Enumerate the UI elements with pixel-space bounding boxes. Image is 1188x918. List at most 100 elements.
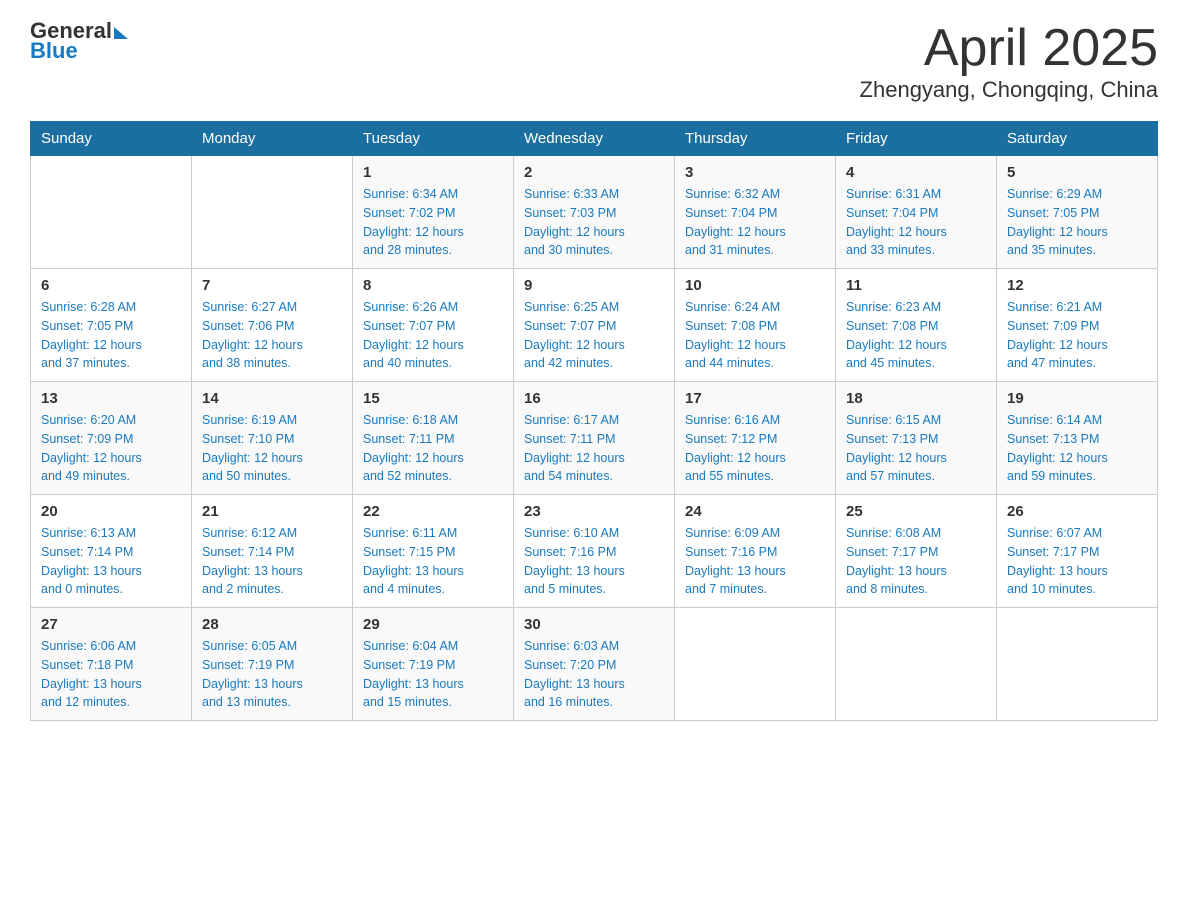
calendar-cell: 27 Sunrise: 6:06 AMSunset: 7:18 PMDayligh… xyxy=(31,608,192,721)
logo-blue-text: Blue xyxy=(30,40,128,62)
weekday-header-sunday: Sunday xyxy=(31,122,192,156)
day-info: Sunrise: 6:21 AMSunset: 7:09 PMDaylight:… xyxy=(1007,298,1147,373)
calendar-week-row: 27 Sunrise: 6:06 AMSunset: 7:18 PMDayligh… xyxy=(31,608,1158,721)
calendar-cell xyxy=(31,156,192,269)
weekday-row: SundayMondayTuesdayWednesdayThursdayFrid… xyxy=(31,122,1158,156)
day-info: Sunrise: 6:08 AMSunset: 7:17 PMDaylight:… xyxy=(846,524,986,599)
day-info: Sunrise: 6:31 AMSunset: 7:04 PMDaylight:… xyxy=(846,185,986,260)
calendar-table: SundayMondayTuesdayWednesdayThursdayFrid… xyxy=(30,121,1158,721)
calendar-cell: 14 Sunrise: 6:19 AMSunset: 7:10 PMDayligh… xyxy=(192,382,353,495)
logo-triangle-icon xyxy=(114,27,128,39)
day-info: Sunrise: 6:15 AMSunset: 7:13 PMDaylight:… xyxy=(846,411,986,486)
weekday-header-thursday: Thursday xyxy=(675,122,836,156)
calendar-cell: 1 Sunrise: 6:34 AMSunset: 7:02 PMDaylight… xyxy=(353,156,514,269)
day-info: Sunrise: 6:06 AMSunset: 7:18 PMDaylight:… xyxy=(41,637,181,712)
calendar-cell: 12 Sunrise: 6:21 AMSunset: 7:09 PMDayligh… xyxy=(997,269,1158,382)
day-number: 6 xyxy=(41,277,181,294)
calendar-cell: 26 Sunrise: 6:07 AMSunset: 7:17 PMDayligh… xyxy=(997,495,1158,608)
calendar-cell: 2Sunrise: 6:33 AMSunset: 7:03 PMDaylight… xyxy=(514,156,675,269)
day-number: 9 xyxy=(524,277,664,294)
day-number: 22 xyxy=(363,503,503,520)
day-info: Sunrise: 6:24 AMSunset: 7:08 PMDaylight:… xyxy=(685,298,825,373)
day-info: Sunrise: 6:11 AMSunset: 7:15 PMDaylight:… xyxy=(363,524,503,599)
calendar-cell: 3Sunrise: 6:32 AMSunset: 7:04 PMDaylight… xyxy=(675,156,836,269)
calendar-cell: 15 Sunrise: 6:18 AMSunset: 7:11 PMDayligh… xyxy=(353,382,514,495)
day-info: Sunrise: 6:12 AMSunset: 7:14 PMDaylight:… xyxy=(202,524,342,599)
day-number: 7 xyxy=(202,277,342,294)
day-info: Sunrise: 6:32 AMSunset: 7:04 PMDaylight:… xyxy=(685,185,825,260)
calendar-cell: 28Sunrise: 6:05 AMSunset: 7:19 PMDayligh… xyxy=(192,608,353,721)
day-number: 5 xyxy=(1007,164,1147,181)
day-info: Sunrise: 6:16 AMSunset: 7:12 PMDaylight:… xyxy=(685,411,825,486)
calendar-cell: 22 Sunrise: 6:11 AMSunset: 7:15 PMDayligh… xyxy=(353,495,514,608)
calendar-cell: 5 Sunrise: 6:29 AMSunset: 7:05 PMDaylight… xyxy=(997,156,1158,269)
calendar-cell: 30 Sunrise: 6:03 AMSunset: 7:20 PMDayligh… xyxy=(514,608,675,721)
day-number: 14 xyxy=(202,390,342,407)
day-info: Sunrise: 6:26 AMSunset: 7:07 PMDaylight:… xyxy=(363,298,503,373)
day-info: Sunrise: 6:09 AMSunset: 7:16 PMDaylight:… xyxy=(685,524,825,599)
day-number: 25 xyxy=(846,503,986,520)
day-info: Sunrise: 6:18 AMSunset: 7:11 PMDaylight:… xyxy=(363,411,503,486)
calendar-cell: 16Sunrise: 6:17 AMSunset: 7:11 PMDayligh… xyxy=(514,382,675,495)
weekday-header-tuesday: Tuesday xyxy=(353,122,514,156)
day-info: Sunrise: 6:34 AMSunset: 7:02 PMDaylight:… xyxy=(363,185,503,260)
calendar-subtitle: Zhengyang, Chongqing, China xyxy=(860,77,1158,103)
day-info: Sunrise: 6:17 AMSunset: 7:11 PMDaylight:… xyxy=(524,411,664,486)
calendar-cell: 17 Sunrise: 6:16 AMSunset: 7:12 PMDayligh… xyxy=(675,382,836,495)
day-info: Sunrise: 6:04 AMSunset: 7:19 PMDaylight:… xyxy=(363,637,503,712)
day-number: 8 xyxy=(363,277,503,294)
calendar-cell: 29 Sunrise: 6:04 AMSunset: 7:19 PMDayligh… xyxy=(353,608,514,721)
day-number: 15 xyxy=(363,390,503,407)
day-number: 30 xyxy=(524,616,664,633)
calendar-cell: 18 Sunrise: 6:15 AMSunset: 7:13 PMDayligh… xyxy=(836,382,997,495)
day-number: 24 xyxy=(685,503,825,520)
day-number: 29 xyxy=(363,616,503,633)
day-number: 20 xyxy=(41,503,181,520)
calendar-cell: 25 Sunrise: 6:08 AMSunset: 7:17 PMDayligh… xyxy=(836,495,997,608)
weekday-header-wednesday: Wednesday xyxy=(514,122,675,156)
day-info: Sunrise: 6:33 AMSunset: 7:03 PMDaylight:… xyxy=(524,185,664,260)
calendar-cell xyxy=(192,156,353,269)
day-info: Sunrise: 6:03 AMSunset: 7:20 PMDaylight:… xyxy=(524,637,664,712)
calendar-cell: 19 Sunrise: 6:14 AMSunset: 7:13 PMDayligh… xyxy=(997,382,1158,495)
day-number: 27 xyxy=(41,616,181,633)
day-info: Sunrise: 6:20 AMSunset: 7:09 PMDaylight:… xyxy=(41,411,181,486)
weekday-header-monday: Monday xyxy=(192,122,353,156)
day-info: Sunrise: 6:25 AMSunset: 7:07 PMDaylight:… xyxy=(524,298,664,373)
weekday-header-friday: Friday xyxy=(836,122,997,156)
day-info: Sunrise: 6:10 AMSunset: 7:16 PMDaylight:… xyxy=(524,524,664,599)
day-info: Sunrise: 6:19 AMSunset: 7:10 PMDaylight:… xyxy=(202,411,342,486)
day-number: 11 xyxy=(846,277,986,294)
calendar-cell: 21 Sunrise: 6:12 AMSunset: 7:14 PMDayligh… xyxy=(192,495,353,608)
calendar-cell xyxy=(836,608,997,721)
calendar-body: 1 Sunrise: 6:34 AMSunset: 7:02 PMDaylight… xyxy=(31,156,1158,721)
calendar-cell: 9 Sunrise: 6:25 AMSunset: 7:07 PMDaylight… xyxy=(514,269,675,382)
day-info: Sunrise: 6:13 AMSunset: 7:14 PMDaylight:… xyxy=(41,524,181,599)
calendar-cell: 7 Sunrise: 6:27 AMSunset: 7:06 PMDaylight… xyxy=(192,269,353,382)
day-number: 19 xyxy=(1007,390,1147,407)
day-number: 26 xyxy=(1007,503,1147,520)
day-number: 12 xyxy=(1007,277,1147,294)
calendar-title: April 2025 xyxy=(860,20,1158,77)
day-info: Sunrise: 6:05 AMSunset: 7:19 PMDaylight:… xyxy=(202,637,342,712)
calendar-cell: 4Sunrise: 6:31 AMSunset: 7:04 PMDaylight… xyxy=(836,156,997,269)
day-info: Sunrise: 6:07 AMSunset: 7:17 PMDaylight:… xyxy=(1007,524,1147,599)
calendar-cell: 6Sunrise: 6:28 AMSunset: 7:05 PMDaylight… xyxy=(31,269,192,382)
day-number: 23 xyxy=(524,503,664,520)
calendar-cell xyxy=(675,608,836,721)
calendar-cell: 10Sunrise: 6:24 AMSunset: 7:08 PMDayligh… xyxy=(675,269,836,382)
day-info: Sunrise: 6:29 AMSunset: 7:05 PMDaylight:… xyxy=(1007,185,1147,260)
calendar-week-row: 1 Sunrise: 6:34 AMSunset: 7:02 PMDaylight… xyxy=(31,156,1158,269)
day-info: Sunrise: 6:14 AMSunset: 7:13 PMDaylight:… xyxy=(1007,411,1147,486)
day-number: 18 xyxy=(846,390,986,407)
day-info: Sunrise: 6:27 AMSunset: 7:06 PMDaylight:… xyxy=(202,298,342,373)
calendar-week-row: 6Sunrise: 6:28 AMSunset: 7:05 PMDaylight… xyxy=(31,269,1158,382)
day-number: 21 xyxy=(202,503,342,520)
day-number: 17 xyxy=(685,390,825,407)
day-info: Sunrise: 6:23 AMSunset: 7:08 PMDaylight:… xyxy=(846,298,986,373)
calendar-header: SundayMondayTuesdayWednesdayThursdayFrid… xyxy=(31,122,1158,156)
calendar-cell: 24 Sunrise: 6:09 AMSunset: 7:16 PMDayligh… xyxy=(675,495,836,608)
title-block: April 2025 Zhengyang, Chongqing, China xyxy=(860,20,1158,103)
calendar-cell: 13Sunrise: 6:20 AMSunset: 7:09 PMDayligh… xyxy=(31,382,192,495)
day-number: 1 xyxy=(363,164,503,181)
